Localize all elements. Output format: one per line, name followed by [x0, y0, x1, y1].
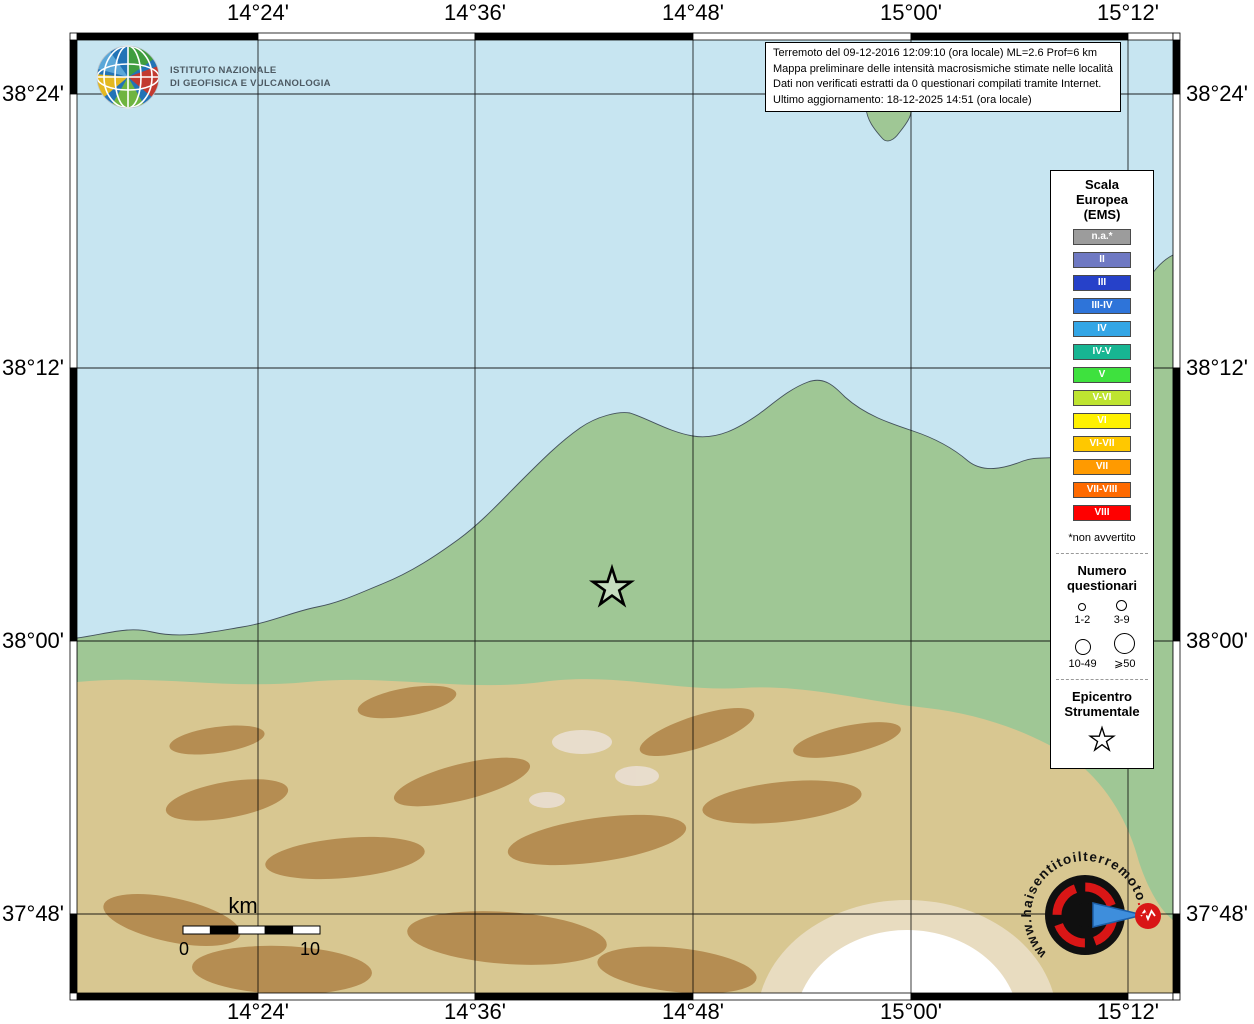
axis-tick-label: 15°00' [880, 0, 942, 25]
axis-tick-label: 14°24' [227, 999, 289, 1024]
axis-tick-label: 14°36' [444, 999, 506, 1024]
ems-chip-viii: VIII [1073, 505, 1131, 521]
axis-tick-label: 15°12' [1097, 999, 1159, 1024]
event-info-line3: Dati non verificati estratti da 0 questi… [773, 78, 1102, 90]
event-info-line1: Terremoto del 09-12-2016 12:09:10 (ora l… [773, 47, 1098, 59]
event-info-line2: Mappa preliminare delle intensità macros… [773, 62, 1113, 75]
ems-chip-iv-v: IV-V [1073, 344, 1131, 360]
axis-tick-label: 14°36' [444, 0, 506, 25]
scale-bar-end: 10 [299, 939, 321, 959]
ingv-globe-icon [96, 45, 160, 109]
legend-divider [1056, 679, 1148, 680]
size-circle-icon [1114, 633, 1136, 654]
axis-tick-label: 38°12' [1186, 355, 1248, 380]
axis-tick-label: 38°00' [2, 628, 64, 653]
legend: Scala Europea (EMS) n.a.* II III III-IV … [1050, 170, 1154, 769]
epicenter-star-legend-icon [1088, 725, 1116, 752]
axis-tick-label: 38°12' [2, 355, 64, 380]
size-class: 3-9 [1114, 600, 1130, 626]
event-info-box: Terremoto del 09-12-2016 12:09:10 (ora l… [765, 42, 1121, 112]
size-circle-icon [1116, 600, 1128, 611]
size-class: ⩾50 [1114, 633, 1136, 670]
ingv-logo: ISTITUTO NAZIONALE DI GEOFISICA E VULCAN… [95, 44, 331, 110]
legend-divider [1056, 553, 1148, 554]
ems-chip-vii-viii: VII-VIII [1073, 482, 1131, 498]
epicenter-legend-title: Epicentro Strumentale [1064, 689, 1140, 719]
axis-tick-label: 15°00' [880, 999, 942, 1024]
axis-tick-label: 15°12' [1097, 0, 1159, 25]
ems-chip-v-vi: V-VI [1073, 390, 1131, 406]
scale-bar [182, 925, 321, 935]
axis-tick-label: 38°24' [1186, 81, 1248, 106]
ems-chip-v: V [1073, 367, 1131, 383]
questionnaire-title: Numero questionari [1066, 563, 1138, 593]
ems-chip-iii-iv: III-IV [1073, 298, 1131, 314]
haisentito-logo-icon: www.haisentitoilterremoto .it [1019, 849, 1161, 962]
legend-footnote: *non avvertito [1068, 532, 1136, 544]
ingv-name: ISTITUTO NAZIONALE DI GEOFISICA E VULCAN… [170, 64, 331, 90]
watermark-text-3: .it [1135, 900, 1151, 918]
axis-tick-label: 38°24' [2, 81, 64, 106]
ems-chip-na: n.a.* [1073, 229, 1131, 245]
size-class: 10-49 [1068, 639, 1097, 670]
size-class: 1-2 [1074, 603, 1090, 626]
questionnaire-sizes-large: 10-49 ⩾50 [1051, 633, 1153, 670]
ems-chip-vi-vii: VI-VII [1073, 436, 1131, 452]
axis-tick-label: 14°24' [227, 0, 289, 25]
event-info-line4: Ultimo aggiornamento: 18-12-2025 14:51 (… [773, 93, 1032, 106]
ingv-name-line1: ISTITUTO NAZIONALE [170, 65, 277, 76]
questionnaire-sizes-small: 1-2 3-9 [1051, 600, 1153, 626]
axis-tick-label: 14°48' [662, 999, 724, 1024]
axis-tick-label: 14°48' [662, 0, 724, 25]
ems-chip-vi: VI [1073, 413, 1131, 429]
axis-tick-label: 37°48' [2, 901, 64, 926]
haisentito-watermark: www.haisentitoilterremoto .it [1005, 838, 1205, 1003]
ingv-name-line2: DI GEOFISICA E VULCANOLOGIA [170, 78, 331, 89]
ems-chip-iv: IV [1073, 321, 1131, 337]
axis-tick-label: 38°00' [1186, 628, 1248, 653]
ems-chip-vii: VII [1073, 459, 1131, 475]
ems-chip-ii: II [1073, 252, 1131, 268]
legend-title: Scala Europea (EMS) [1075, 177, 1128, 222]
scale-bar-start: 0 [178, 939, 190, 959]
ems-chip-iii: III [1073, 275, 1131, 291]
size-circle-icon [1074, 639, 1091, 655]
size-circle-icon [1078, 603, 1087, 611]
scale-bar-unit: km [228, 893, 258, 918]
